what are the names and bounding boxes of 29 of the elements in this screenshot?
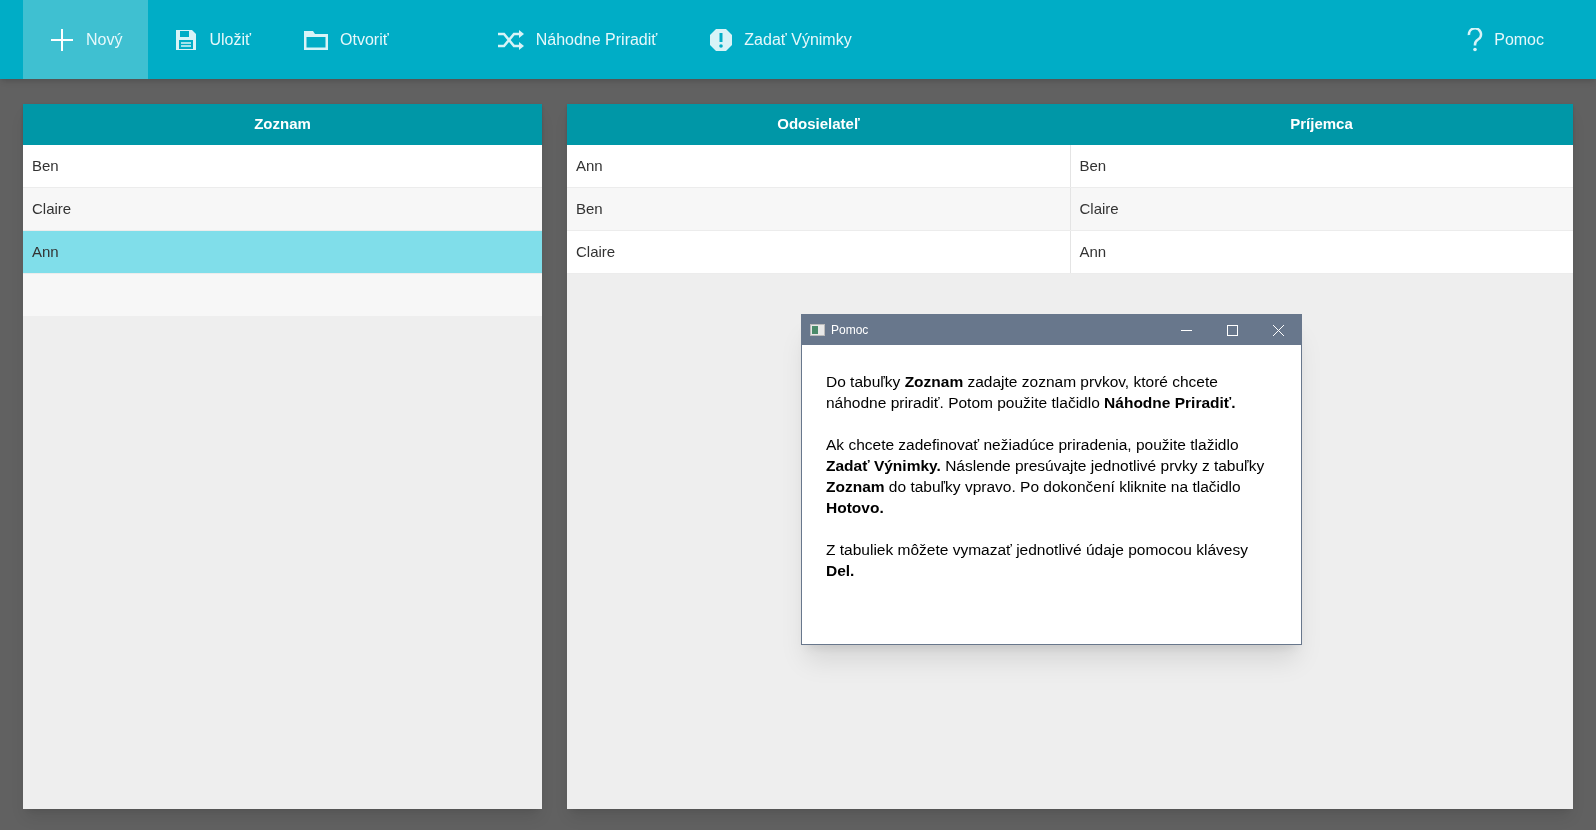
table-cell: Ben [1069,145,1573,187]
table-row[interactable]: Claire [23,188,542,231]
exclamation-octagon-icon [709,27,734,52]
plus-icon [49,26,75,53]
column-header: Odosielateľ [776,114,861,135]
table-row[interactable]: Ben [23,145,542,188]
table-cell: Ann [1069,231,1573,273]
question-mark-icon [1467,27,1484,52]
table-row[interactable]: Ann [23,231,542,274]
table-cell-text: Claire [575,241,617,262]
table-row[interactable]: Claire Ann [567,231,1573,274]
table-row[interactable]: Ben Claire [567,188,1573,231]
table-cell-text: Ann [575,155,604,176]
table-cell: Claire [1069,188,1573,230]
maximize-icon [1226,324,1238,336]
column-header: Príjemca [1289,114,1354,135]
shuffle-icon [496,28,525,51]
help-paragraph: Do tabuľky Zoznam zadajte zoznam prvkov, ktoré chcete náhodne priradiť. Potom použite tlačidlo Náhodne Priradiť. [826,372,1237,413]
help-paragraph: Z tabuliek môžete vymazať jednotlivé údaje pomocou klávesy Del. [826,540,1249,581]
close-icon [1272,324,1284,336]
folder-icon [303,28,329,51]
dialog-title: Pomoc [831,322,870,339]
window-icon [810,324,825,336]
minimize-icon [1180,329,1192,331]
column-header: Zoznam [253,114,312,135]
new-row[interactable] [23,274,542,316]
table-cell-text: Ben [575,198,604,219]
help-paragraph: Ak chcete zadefinovať nežiadúce priradenia, použite tlažidlo Zadať Výnimky. Náslende presúvajte jednotlivé prvky z tabuľky Zoznam do tabuľky vpravo. Po dokončení kliknite na tlačidlo Hotovo. [826,435,1266,518]
table-row[interactable]: Ann Ben [567,145,1573,188]
